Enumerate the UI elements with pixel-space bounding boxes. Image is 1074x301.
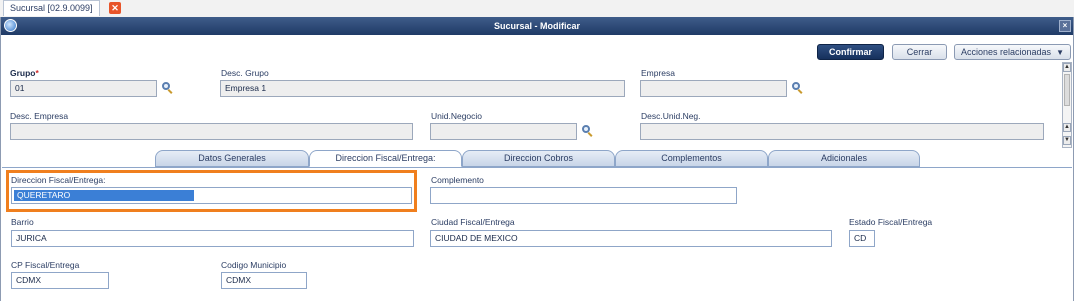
related-actions-label: Acciones relacionadas [961, 47, 1052, 57]
tab-datos-generales[interactable]: Datos Generales [155, 150, 309, 167]
window-titlebar: Sucursal - Modificar × [0, 17, 1074, 35]
desc-unid-neg-label: Desc.Unid.Neg. [641, 111, 701, 121]
close-button[interactable]: Cerrar [892, 44, 947, 60]
desc-grupo-label: Desc. Grupo [221, 68, 269, 78]
desc-empresa-field [10, 123, 413, 140]
barrio-field[interactable]: JURICA [11, 230, 414, 247]
empresa-label: Empresa [641, 68, 676, 78]
codigo-municipio-label: Codigo Municipio [221, 260, 287, 270]
app-icon [4, 19, 17, 32]
ciudad-label: Ciudad Fiscal/Entrega [431, 217, 515, 227]
document-tab-strip: Sucursal [02.9.0099] ✕ [0, 0, 1074, 17]
barrio-label: Barrio [11, 217, 34, 227]
tab-complementos[interactable]: Complementos [615, 150, 768, 167]
grupo-field[interactable]: 01 [10, 80, 157, 97]
header-scrollbar[interactable]: ▲ ▲ ▼ [1062, 62, 1072, 148]
cp-field[interactable]: CDMX [11, 272, 109, 289]
document-tab[interactable]: Sucursal [02.9.0099] [3, 0, 100, 16]
search-icon[interactable] [792, 82, 804, 94]
scroll-up-icon[interactable]: ▲ [1063, 63, 1071, 72]
grupo-label: Grupo* [10, 68, 39, 78]
related-actions-button[interactable]: Acciones relacionadas ▼ [954, 44, 1071, 60]
close-icon[interactable]: ✕ [109, 2, 121, 14]
highlight-box [6, 170, 417, 212]
required-mark: * [35, 68, 39, 78]
tab-adicionales[interactable]: Adicionales [768, 150, 920, 167]
scroll-thumb[interactable] [1064, 74, 1070, 106]
codigo-municipio-field[interactable]: CDMX [221, 272, 307, 289]
confirm-button[interactable]: Confirmar [817, 44, 884, 60]
ciudad-field[interactable]: CIUDAD DE MEXICO [430, 230, 832, 247]
cp-label: CP Fiscal/Entrega [11, 260, 80, 270]
document-tab-label: Sucursal [02.9.0099] [10, 3, 93, 13]
scroll-up-icon[interactable]: ▲ [1063, 123, 1071, 132]
desc-unid-neg-field [640, 123, 1044, 140]
scroll-down-icon[interactable]: ▼ [1063, 136, 1071, 145]
estado-field[interactable]: CD [849, 230, 875, 247]
desc-grupo-field: Empresa 1 [220, 80, 625, 97]
complemento-field[interactable] [430, 187, 737, 204]
estado-label: Estado Fiscal/Entrega [849, 217, 933, 227]
unid-negocio-field[interactable] [430, 123, 577, 140]
unid-negocio-label: Unid.Negocio [431, 111, 483, 121]
search-icon[interactable] [162, 82, 174, 94]
search-icon[interactable] [582, 125, 594, 137]
complemento-label: Complemento [431, 175, 484, 185]
empresa-field[interactable] [640, 80, 787, 97]
desc-empresa-label: Desc. Empresa [10, 111, 69, 121]
tab-direccion-cobros[interactable]: Direccion Cobros [462, 150, 615, 167]
tab-direccion-fiscal[interactable]: Direccion Fiscal/Entrega: [309, 150, 462, 167]
window-close-icon[interactable]: × [1059, 20, 1071, 32]
window-title: Sucursal - Modificar [493, 21, 581, 31]
chevron-down-icon: ▼ [1056, 48, 1064, 57]
